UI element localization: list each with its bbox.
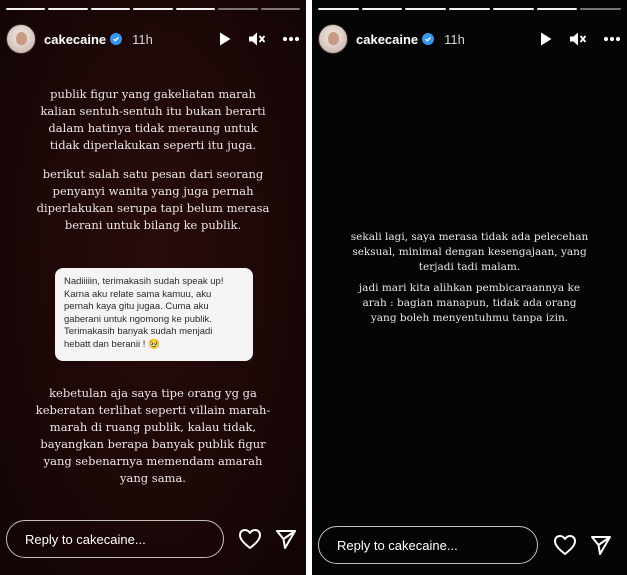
avatar[interactable] bbox=[6, 24, 36, 54]
username[interactable]: cakecaine bbox=[44, 32, 106, 47]
username[interactable]: cakecaine bbox=[356, 32, 418, 47]
send-icon[interactable] bbox=[275, 528, 297, 555]
mute-icon[interactable] bbox=[248, 31, 266, 47]
progress-segment bbox=[48, 8, 88, 10]
reply-input[interactable]: Reply to cakecaine... bbox=[6, 520, 224, 558]
progress-segment bbox=[175, 8, 216, 10]
story-text-paragraph: berikut salah satu pesan dari seorang pe… bbox=[36, 167, 270, 232]
post-time: 11h bbox=[444, 31, 465, 47]
reply-placeholder: Reply to cakecaine... bbox=[25, 531, 146, 547]
story-header: cakecaine 11h bbox=[6, 24, 300, 54]
story-text-paragraph: sekali lagi, saya merasa tidak ada pelec… bbox=[350, 231, 589, 273]
progress-segment bbox=[405, 8, 447, 10]
story-progress-bar bbox=[318, 8, 622, 10]
progress-segment bbox=[133, 8, 173, 10]
progress-segment bbox=[6, 8, 46, 10]
progress-segment bbox=[492, 8, 534, 10]
progress-segment bbox=[90, 8, 131, 10]
progress-segment bbox=[536, 8, 578, 10]
reply-input[interactable]: Reply to cakecaine... bbox=[318, 526, 538, 564]
story-header: cakecaine 11h bbox=[318, 24, 621, 54]
reply-placeholder: Reply to cakecaine... bbox=[337, 537, 458, 553]
verified-badge-icon bbox=[110, 33, 123, 45]
send-icon[interactable] bbox=[590, 534, 612, 561]
play-icon[interactable] bbox=[539, 31, 553, 47]
play-icon[interactable] bbox=[218, 31, 232, 47]
progress-segment bbox=[449, 8, 490, 10]
more-icon[interactable] bbox=[282, 36, 300, 42]
progress-segment bbox=[218, 8, 258, 10]
heart-icon[interactable] bbox=[553, 534, 577, 561]
verified-badge-icon bbox=[422, 33, 435, 45]
progress-segment bbox=[361, 8, 403, 10]
story-panel-right: cakecaine 11h sekali lagi, saya merasa t… bbox=[312, 0, 627, 575]
post-time: 11h bbox=[132, 31, 153, 47]
progress-segment bbox=[260, 8, 300, 10]
more-icon[interactable] bbox=[603, 36, 621, 42]
mute-icon[interactable] bbox=[569, 31, 587, 47]
story-text-paragraph: publik figur yang gakeliatan marah kalia… bbox=[40, 87, 266, 152]
story-text-paragraph: jadi mari kita alihkan pembicaraannya ke… bbox=[358, 282, 581, 324]
progress-segment bbox=[580, 8, 622, 10]
story-progress-bar bbox=[6, 8, 300, 10]
story-panel-left: cakecaine 11h publik figur yang gakeliat… bbox=[0, 0, 306, 575]
story-text-paragraph: kebetulan aja saya tipe orang yg ga kebe… bbox=[35, 386, 271, 485]
quoted-message-card: Nadiiiiin, terimakasih sudah speak up! K… bbox=[55, 268, 253, 361]
avatar[interactable] bbox=[318, 24, 348, 54]
heart-icon[interactable] bbox=[238, 528, 262, 555]
progress-segment bbox=[318, 8, 359, 10]
